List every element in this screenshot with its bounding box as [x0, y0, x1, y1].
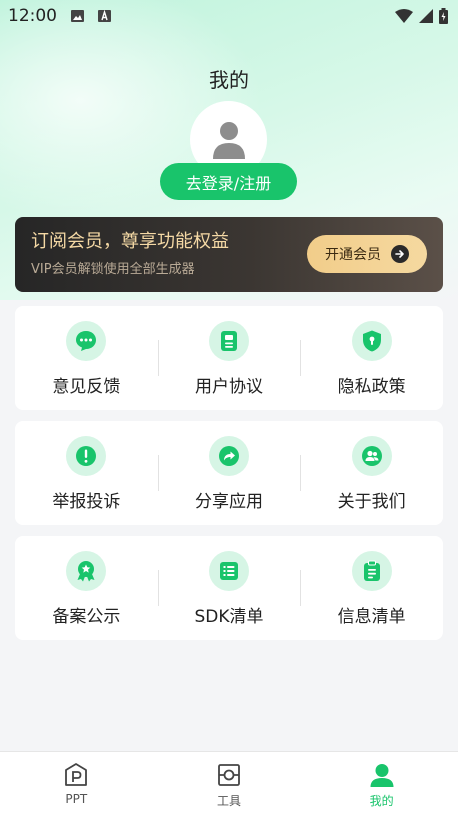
vip-banner[interactable]: 订阅会员，尊享功能权益 VIP会员解锁使用全部生成器 开通会员 [15, 217, 443, 292]
vip-subtitle: VIP会员解锁使用全部生成器 [31, 262, 195, 277]
menu-item-label: 关于我们 [337, 492, 406, 512]
menu-item-share[interactable]: 分享应用 [157, 421, 301, 525]
tab-label: 工具 [217, 794, 242, 808]
about-us-icon [361, 446, 382, 466]
app-notification-icon [98, 10, 111, 22]
privacy-shield-icon [362, 330, 381, 352]
menu-item-label: 举报投诉 [52, 492, 121, 512]
menu-item-privacy-policy[interactable]: 隐私政策 [300, 306, 443, 410]
clipboard-icon [363, 560, 380, 581]
menu-item-label: SDK清单 [194, 607, 264, 627]
menu-item-sdk-list[interactable]: SDK清单 [157, 536, 301, 640]
page-title: 我的 [209, 68, 249, 92]
menu-card-3: 备案公示 SDK清单 信息清单 [15, 536, 443, 640]
menu-item-about-us[interactable]: 关于我们 [300, 421, 443, 525]
bottom-tab-bar: PPT 工具 我的 [0, 751, 458, 815]
badge-icon [77, 561, 95, 582]
menu-item-label: 分享应用 [195, 492, 263, 512]
feedback-icon [76, 331, 97, 351]
profile-icon [370, 764, 394, 787]
menu-card-1: 意见反馈 用户协议 隐私政策 [15, 306, 443, 410]
login-register-button[interactable]: 去登录/注册 [160, 163, 297, 200]
menu-item-report[interactable]: 举报投诉 [15, 421, 158, 525]
status-bar: 12:00 [0, 0, 458, 32]
battery-icon [439, 8, 448, 24]
menu-item-info-list[interactable]: 信息清单 [300, 536, 443, 640]
menu-item-user-agreement[interactable]: 用户协议 [157, 306, 301, 410]
tab-ppt[interactable]: PPT [0, 752, 153, 815]
agreement-icon [221, 331, 237, 351]
tab-label: 我的 [369, 794, 394, 808]
tab-tools[interactable]: 工具 [153, 752, 306, 815]
menu-card-2: 举报投诉 分享应用 关于我们 [15, 421, 443, 525]
arrow-right-icon [391, 245, 409, 263]
status-time: 12:00 [8, 6, 57, 26]
menu-item-label: 意见反馈 [52, 377, 121, 397]
open-vip-button[interactable]: 开通会员 [307, 235, 427, 273]
vip-title: 订阅会员，尊享功能权益 [31, 231, 229, 252]
user-avatar-icon [212, 121, 245, 159]
ppt-icon [65, 763, 88, 786]
tools-icon [218, 764, 240, 786]
menu-item-label: 隐私政策 [337, 377, 406, 397]
report-icon [76, 446, 97, 466]
menu-item-filing[interactable]: 备案公示 [15, 536, 158, 640]
menu-item-feedback[interactable]: 意见反馈 [15, 306, 158, 410]
signal-icon [419, 9, 433, 23]
tab-label: PPT [65, 792, 88, 806]
tab-mine[interactable]: 我的 [305, 752, 458, 815]
menu-item-label: 信息清单 [337, 607, 406, 627]
share-icon [219, 446, 239, 466]
menu-item-label: 用户协议 [195, 377, 263, 397]
menu-item-label: 备案公示 [52, 607, 121, 627]
open-vip-label: 开通会员 [325, 247, 381, 263]
wifi-icon [395, 9, 413, 23]
gallery-notification-icon [71, 10, 84, 22]
list-icon [220, 562, 238, 580]
